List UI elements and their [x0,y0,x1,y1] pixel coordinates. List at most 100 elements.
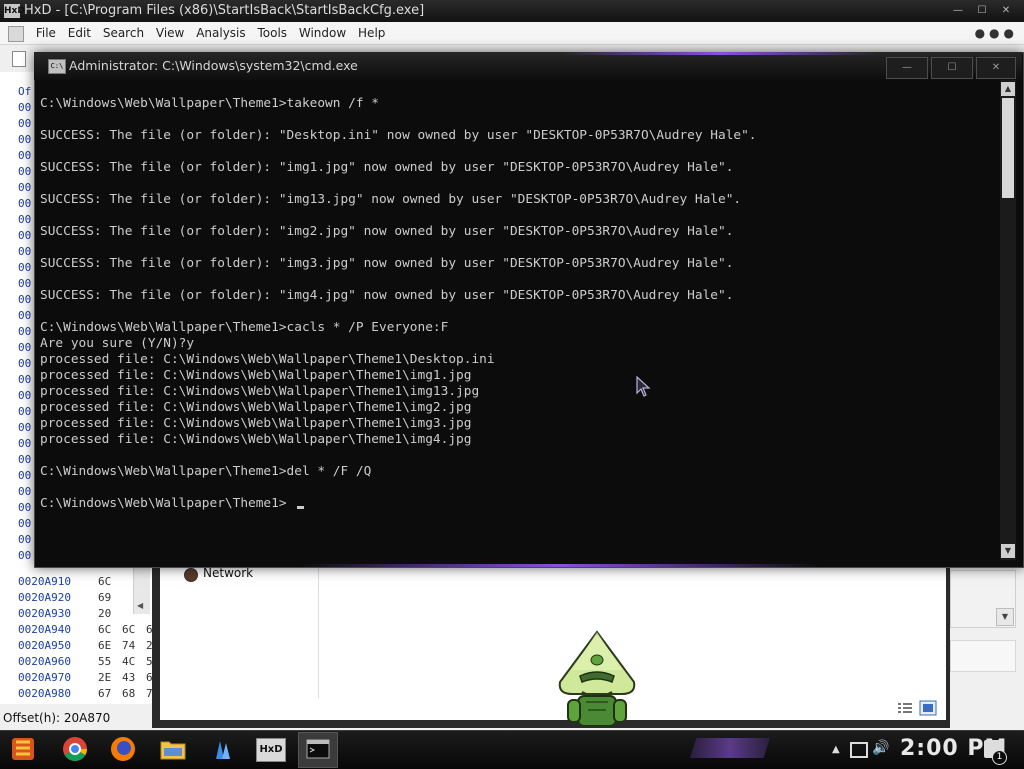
offset-row-partial: 00 [18,517,32,530]
console-line: C:\Windows\Web\Wallpaper\Theme1>takeown … [40,96,379,111]
console-line: processed file: C:\Windows\Web\Wallpaper… [40,368,472,383]
mdi-window-controls[interactable]: ●●● [975,22,1018,44]
maximize-button[interactable]: ☐ [931,57,973,79]
hex-byte[interactable]: 67 [98,686,111,702]
offset-row[interactable]: 0020A910 6C [18,574,111,590]
menu-help[interactable]: Help [354,22,389,44]
console-line: processed file: C:\Windows\Web\Wallpaper… [40,352,495,367]
offset-address: 0020A980 [18,687,71,700]
cmd-window-title: Administrator: C:\Windows\system32\cmd.e… [69,58,358,73]
offset-row-partial: Of [18,85,32,98]
offset-row-partial: 00 [18,197,32,210]
hex-byte[interactable]: 2E [98,670,111,686]
taskbar [0,730,1024,769]
console-line: SUCCESS: The file (or folder): "img4.jpg… [40,288,734,303]
hxd-menu-bar: File Edit Search View Analysis Tools Win… [0,22,1024,45]
scroll-thumb[interactable] [1002,98,1014,198]
offset-row[interactable]: 0020A930 20 [18,606,111,622]
menu-tools[interactable]: Tools [253,22,291,44]
offset-row-partial: 00 [18,549,32,562]
view-toggle-icons[interactable] [898,700,938,716]
offset-row-partial: 00 [18,117,32,130]
scroll-down-icon[interactable]: ▼ [1001,544,1015,558]
hex-byte[interactable]: 4C [122,654,135,670]
menu-edit[interactable]: Edit [64,22,95,44]
hex-byte[interactable]: 68 [122,686,135,702]
hxd-scrollbar[interactable]: ◀ [133,560,150,614]
console-line: SUCCESS: The file (or folder): "img2.jpg… [40,224,734,239]
app-icon[interactable] [206,733,240,765]
minimize-button[interactable]: — [886,57,928,79]
cmd-scrollbar[interactable]: ▲ ▼ [1000,80,1016,560]
offset-row-partial: 00 [18,213,32,226]
hxd-title-bar[interactable]: HxD HxD - [C:\Program Files (x86)\StartI… [0,0,1024,22]
offset-row[interactable]: 0020A950 6E 74 2 [18,638,153,654]
offset-row-partial: 00 [18,325,32,338]
scroll-down-icon[interactable]: ▼ [996,608,1014,626]
hex-byte[interactable]: 74 [122,638,135,654]
new-file-icon[interactable] [12,51,26,67]
network-tray-icon[interactable] [850,742,868,758]
notification-badge: 1 [992,750,1007,765]
offset-row-partial: 00 [18,181,32,194]
hxd-icon[interactable]: HxD [256,738,286,762]
nav-item-network[interactable]: Network [203,566,253,580]
offset-row-partial: 00 [18,165,32,178]
cmd-icon [306,739,330,759]
hex-byte[interactable]: 6C [122,622,135,638]
offset-row-partial: 00 [18,245,32,258]
hxd-close-icon[interactable]: ✕ [992,2,1020,20]
hxd-window-title: HxD - [C:\Program Files (x86)\StartIsBac… [24,3,425,18]
tray-expand-icon[interactable]: ▲ [832,744,840,755]
volume-icon[interactable]: 🔊 [872,740,889,756]
hex-byte[interactable]: 6E [98,638,111,654]
hex-byte[interactable]: 6C [98,622,111,638]
menu-window[interactable]: Window [295,22,350,44]
hex-byte[interactable]: 20 [98,606,111,622]
offset-row[interactable]: 0020A920 69 [18,590,111,606]
menu-file[interactable]: File [32,22,60,44]
firefox-icon[interactable] [106,733,140,765]
chrome-icon[interactable] [58,733,92,765]
scroll-left-icon[interactable]: ◀ [137,601,143,610]
menu-view[interactable]: View [152,22,188,44]
offset-row-partial: 00 [18,101,32,114]
character-figure [558,630,636,727]
offset-row[interactable]: 0020A960 55 4C 5 [18,654,153,670]
offset-address: 0020A950 [18,639,71,652]
taskbar-accent [690,738,770,758]
hxd-app-icon: HxD [4,4,25,18]
scroll-up-icon[interactable]: ▲ [1001,82,1015,96]
console-line: SUCCESS: The file (or folder): "Desktop.… [40,128,757,143]
hex-byte[interactable]: 6C [98,574,111,590]
explorer-nav-pane [160,562,319,698]
offset-row-partial: 00 [18,485,32,498]
offset-address: 0020A910 [18,575,71,588]
hex-byte[interactable]: 55 [98,654,111,670]
offset-row-partial: 00 [18,453,32,466]
hxd-status-bar: Offset(h): 20A870 [0,708,155,728]
offset-row-partial: 00 [18,389,32,402]
offset-row[interactable]: 0020A970 2E 43 6 [18,670,153,686]
offset-row-partial: 00 [18,277,32,290]
hex-byte[interactable]: 69 [98,590,111,606]
offset-row[interactable]: 0020A940 6C 6C 6 [18,622,153,638]
menu-search[interactable]: Search [99,22,148,44]
right-pane-lower [950,640,1016,672]
console-line: processed file: C:\Windows\Web\Wallpaper… [40,416,472,431]
console-line: SUCCESS: The file (or folder): "img13.jp… [40,192,742,207]
hex-byte[interactable]: 43 [122,670,135,686]
bottom-accent-glow [300,564,820,567]
start-orb-icon[interactable] [4,732,42,766]
console-line: SUCCESS: The file (or folder): "img3.jpg… [40,256,734,271]
taskbar-cmd-button[interactable] [298,732,338,768]
offset-address: 0020A920 [18,591,71,604]
close-button[interactable]: ✕ [976,57,1016,79]
menu-analysis[interactable]: Analysis [192,22,249,44]
offset-row-partial: 00 [18,405,32,418]
folder-icon[interactable] [156,734,190,764]
console-line: Are you sure (Y/N)?y [40,336,195,351]
offset-row[interactable]: 0020A980 67 68 7 [18,686,153,702]
offset-row-partial: 00 [18,133,32,146]
network-icon [184,568,198,582]
